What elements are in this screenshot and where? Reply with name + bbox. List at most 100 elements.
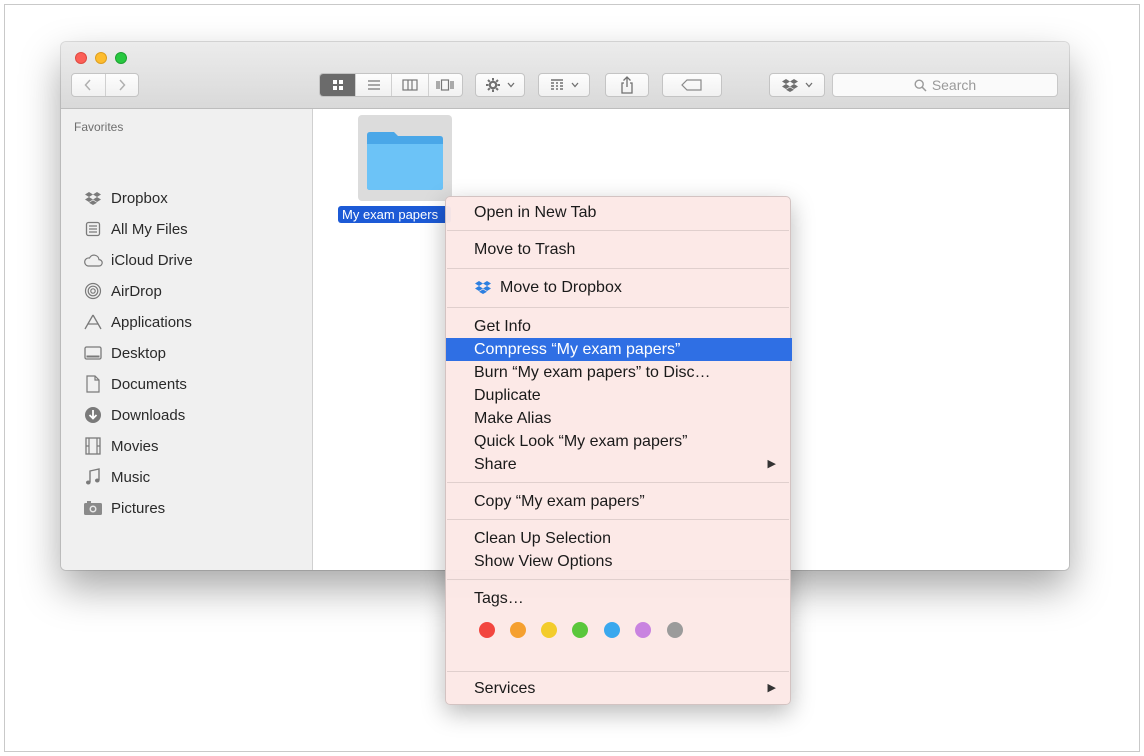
dropbox-icon (83, 188, 103, 208)
menu-separator (447, 268, 789, 269)
tag-purple-dot[interactable] (635, 622, 651, 638)
sidebar: Favorites Dropbox All My Files iCloud Dr… (61, 109, 313, 570)
sidebar-header: Favorites (74, 120, 124, 134)
sidebar-item-label: AirDrop (111, 282, 162, 300)
back-forward-control (71, 73, 139, 97)
menu-item-move-to-trash[interactable]: Move to Trash (446, 238, 792, 261)
column-view-button[interactable] (391, 74, 427, 96)
menu-item-duplicate[interactable]: Duplicate (446, 384, 792, 407)
toolbar: Search (61, 42, 1069, 109)
column-view-icon (402, 79, 418, 91)
menu-item-label: Burn “My exam papers” to Disc… (474, 364, 711, 381)
back-button[interactable] (72, 74, 106, 96)
search-field[interactable]: Search (832, 73, 1058, 97)
minimize-window-button[interactable] (95, 52, 107, 64)
list-view-button[interactable] (355, 74, 391, 96)
movies-icon (83, 436, 103, 456)
sidebar-item-label: All My Files (111, 220, 188, 238)
sidebar-item-label: iCloud Drive (111, 251, 193, 269)
menu-item-share[interactable]: Share ▶ (446, 453, 792, 476)
sidebar-item-label: Applications (111, 313, 192, 331)
tag-orange-dot[interactable] (510, 622, 526, 638)
menu-item-clean-up-selection[interactable]: Clean Up Selection (446, 527, 792, 550)
sidebar-item-icloud-drive[interactable]: iCloud Drive (83, 249, 193, 271)
share-button[interactable] (605, 73, 649, 97)
tag-green-dot[interactable] (572, 622, 588, 638)
sidebar-item-documents[interactable]: Documents (83, 373, 187, 395)
cover-flow-icon (436, 79, 454, 91)
menu-separator (447, 307, 789, 308)
dropbox-icon (782, 79, 798, 92)
menu-item-burn-to-disc[interactable]: Burn “My exam papers” to Disc… (446, 361, 792, 384)
menu-item-label: Tags… (474, 590, 524, 607)
menu-item-open-in-new-tab[interactable]: Open in New Tab (446, 201, 792, 224)
sidebar-item-pictures[interactable]: Pictures (83, 497, 165, 519)
share-icon (621, 76, 633, 94)
action-menu-button[interactable] (475, 73, 525, 97)
menu-item-label: Get Info (474, 318, 531, 335)
chevron-down-icon (571, 82, 579, 88)
menu-item-copy[interactable]: Copy “My exam papers” (446, 490, 792, 513)
sidebar-item-music[interactable]: Music (83, 466, 150, 488)
menu-item-move-to-dropbox[interactable]: Move to Dropbox (446, 276, 792, 299)
close-window-button[interactable] (75, 52, 87, 64)
search-icon (914, 78, 927, 92)
edit-tags-button[interactable] (662, 73, 722, 97)
menu-separator (447, 671, 789, 672)
cover-flow-view-button[interactable] (427, 74, 462, 96)
menu-item-label: Quick Look “My exam papers” (474, 433, 688, 450)
menu-separator (447, 230, 789, 231)
chevron-down-icon (805, 82, 813, 88)
dropbox-icon (475, 281, 491, 294)
icon-view-icon (332, 80, 343, 90)
menu-item-services[interactable]: Services ▶ (446, 677, 792, 700)
menu-separator (447, 482, 789, 483)
cloud-icon (83, 250, 103, 270)
sidebar-item-label: Documents (111, 375, 187, 393)
arrange-menu-button[interactable] (538, 73, 590, 97)
selected-folder-item[interactable] (358, 115, 452, 201)
sidebar-item-applications[interactable]: Applications (83, 311, 192, 333)
menu-item-get-info[interactable]: Get Info (446, 315, 792, 338)
gear-icon (486, 78, 500, 92)
sidebar-item-desktop[interactable]: Desktop (83, 342, 166, 364)
tag-blue-dot[interactable] (604, 622, 620, 638)
list-view-icon (367, 80, 380, 90)
tag-yellow-dot[interactable] (541, 622, 557, 638)
arrange-grid-icon (551, 79, 563, 90)
menu-item-make-alias[interactable]: Make Alias (446, 407, 792, 430)
sidebar-item-label: Pictures (111, 499, 166, 517)
sidebar-item-label: Downloads (111, 406, 186, 424)
sidebar-item-airdrop[interactable]: AirDrop (83, 280, 162, 302)
sidebar-item-movies[interactable]: Movies (83, 435, 159, 457)
icon-view-button[interactable] (320, 74, 356, 96)
sidebar-item-downloads[interactable]: Downloads (83, 404, 185, 426)
dropbox-toolbar-button[interactable] (769, 73, 825, 97)
menu-item-compress[interactable]: Compress “My exam papers” (446, 338, 792, 361)
chevron-down-icon (507, 82, 515, 88)
sidebar-item-label: Desktop (111, 344, 167, 362)
folder-name-label[interactable]: My exam papers (338, 206, 451, 223)
tag-icon (681, 79, 702, 91)
submenu-arrow-icon: ▶ (767, 682, 776, 694)
menu-item-tags[interactable]: Tags… (446, 587, 792, 610)
tag-gray-dot[interactable] (667, 622, 683, 638)
downloads-icon (83, 405, 103, 425)
sidebar-item-all-my-files[interactable]: All My Files (83, 218, 188, 240)
menu-item-label: Share (474, 456, 517, 473)
sidebar-item-label: Music (111, 468, 151, 486)
menu-item-quick-look[interactable]: Quick Look “My exam papers” (446, 430, 792, 453)
chevron-right-icon (119, 79, 126, 91)
menu-item-label: Move to Trash (474, 241, 576, 258)
menu-item-label: Make Alias (474, 410, 552, 427)
zoom-window-button[interactable] (115, 52, 127, 64)
sidebar-item-label: Dropbox (111, 189, 168, 207)
menu-item-label: Services (474, 680, 536, 697)
sidebar-item-dropbox[interactable]: Dropbox (83, 187, 168, 209)
forward-button[interactable] (106, 74, 139, 96)
applications-icon (83, 312, 103, 332)
tag-red-dot[interactable] (479, 622, 495, 638)
submenu-arrow-icon: ▶ (767, 458, 776, 470)
menu-item-show-view-options[interactable]: Show View Options (446, 550, 792, 573)
all-files-icon (83, 219, 103, 239)
